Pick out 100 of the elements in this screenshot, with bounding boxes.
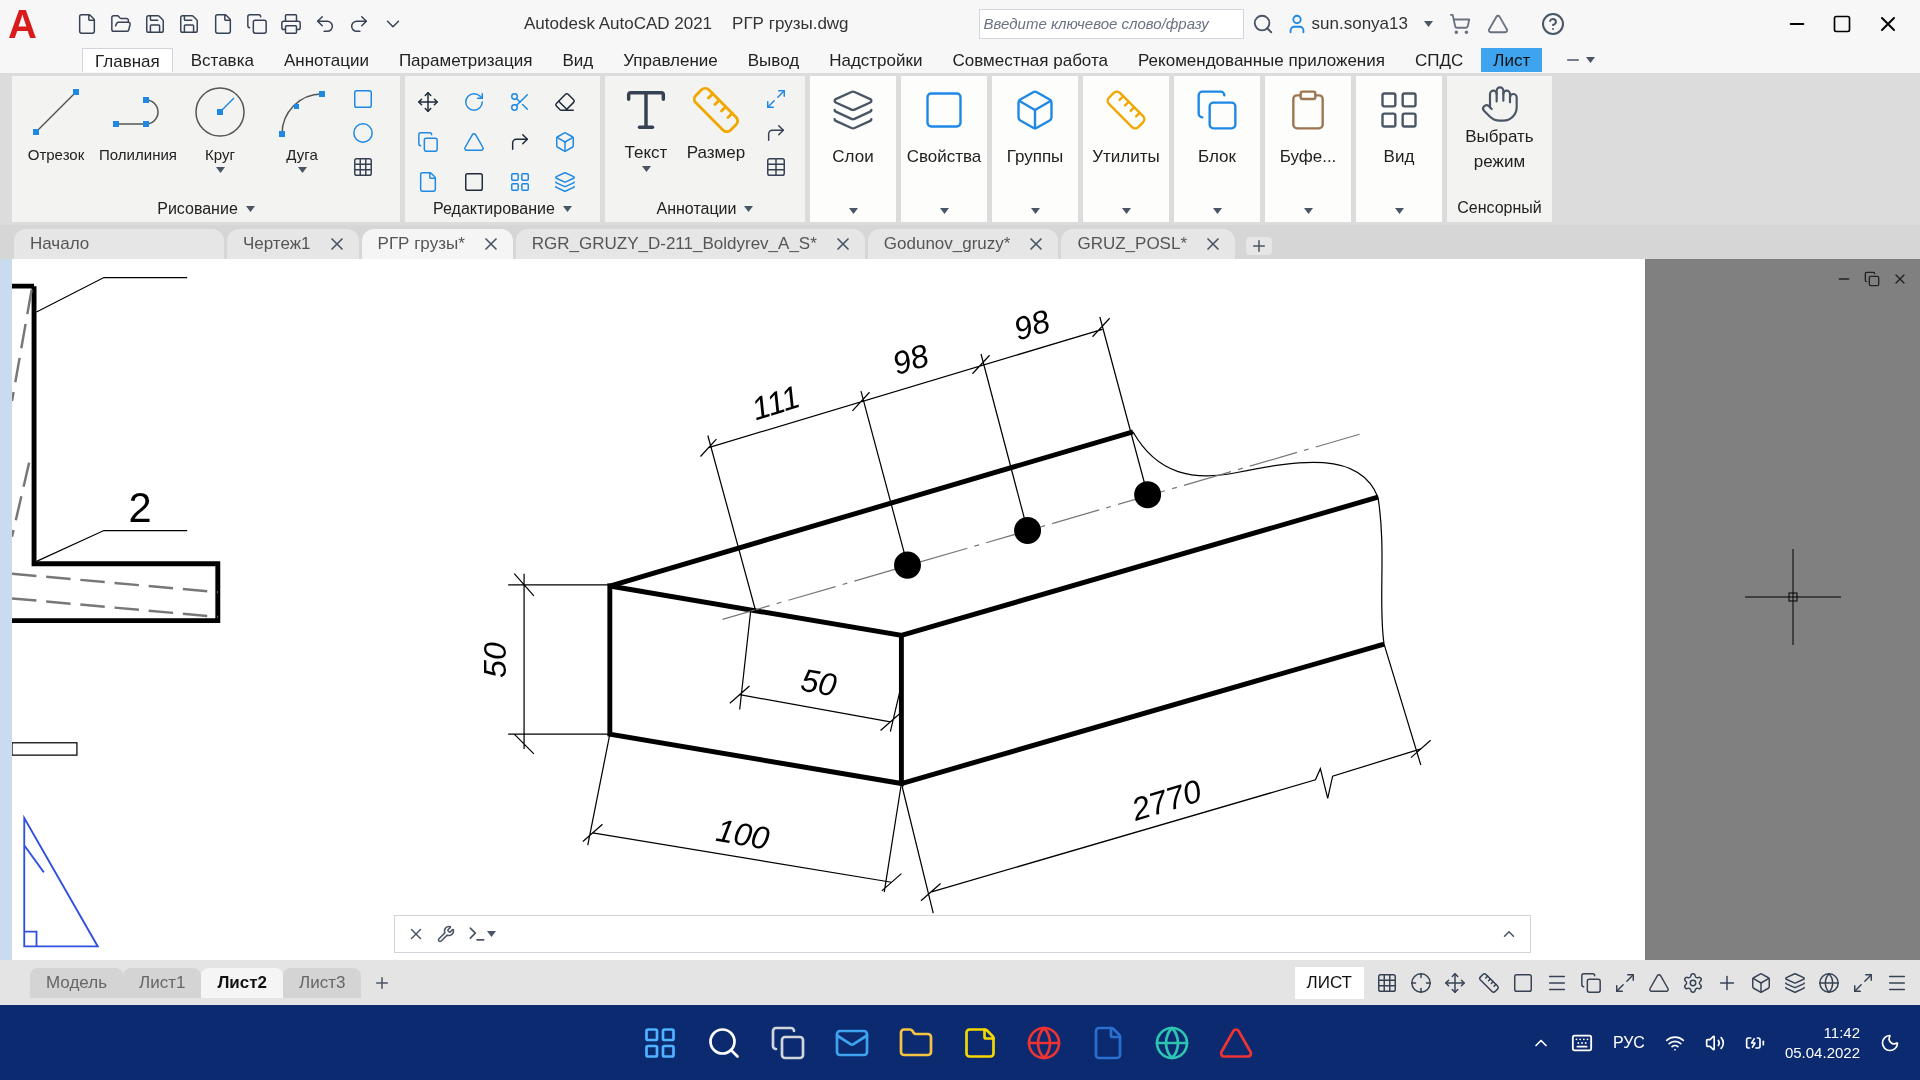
panel-title[interactable]: Рисование (12, 196, 400, 222)
ribbon-panel-button[interactable]: Вид (1356, 76, 1442, 222)
ribbon-tab[interactable]: Рекомендованные приложения (1126, 48, 1397, 72)
wrench-icon[interactable] (437, 925, 455, 943)
touch-mode-button[interactable]: Выбрать режим (1447, 76, 1552, 196)
ribbon-tab[interactable]: Лист (1481, 48, 1543, 72)
dimension-text: 50 (798, 661, 840, 704)
panel-title[interactable]: Аннотации (605, 196, 805, 222)
save-icon[interactable] (144, 12, 166, 35)
open-icon[interactable] (110, 12, 132, 35)
panel-title[interactable]: Редактирование (405, 196, 600, 222)
caret-icon[interactable] (1303, 208, 1313, 214)
ribbon-tab[interactable]: Управление (611, 48, 730, 72)
load-point (894, 551, 921, 579)
ribbon-tab[interactable]: Надстройки (817, 48, 935, 72)
drawing-canvas[interactable]: 2 111 98 98 50 50 100 2770 (12, 259, 1645, 960)
print-icon[interactable] (280, 12, 302, 35)
ribbon-tab[interactable]: Вид (550, 48, 606, 72)
search-field[interactable]: Введите ключевое слово/фразу (978, 8, 1244, 39)
ribbon-tab[interactable]: Параметризация (386, 48, 545, 72)
cart-icon[interactable] (1449, 12, 1471, 35)
layout-tab[interactable]: Модель (30, 967, 124, 998)
caret-icon[interactable] (245, 206, 255, 212)
ribbon-tab[interactable]: Аннотации (271, 48, 381, 72)
language-indicator[interactable]: РУС (1612, 1030, 1645, 1055)
rectangle-icon[interactable] (352, 88, 374, 110)
caret-icon[interactable] (744, 206, 754, 212)
ribbon-tool-button[interactable]: Полилиния (98, 84, 178, 196)
ribbon-panel-button[interactable]: Буфе... (1265, 76, 1351, 222)
ribbon-tab[interactable]: Вывод (735, 48, 812, 72)
aligned-dimension-icon[interactable] (765, 88, 787, 110)
caret-icon[interactable] (1394, 208, 1404, 214)
clock-date[interactable]: 05.04.2022 (1784, 1042, 1860, 1063)
document-tab[interactable]: RGR_GRUZY_D-211_Boldyrev_A_S* (515, 229, 865, 259)
document-tab[interactable]: Чертеж1 (227, 229, 359, 259)
file-name: РГР грузы.dwg (732, 12, 849, 35)
restore-icon[interactable] (1864, 271, 1880, 287)
caret-icon[interactable] (487, 931, 496, 937)
moon-icon[interactable] (1880, 1032, 1900, 1053)
document-tab[interactable]: Godunov_gruzy* (867, 229, 1059, 259)
caret-icon[interactable] (1121, 208, 1131, 214)
layout-tab[interactable]: Лист2 (201, 967, 284, 998)
dimension-text: 2770 (1127, 772, 1206, 828)
ribbon-tool-button[interactable]: Текст (613, 84, 679, 196)
app-logo[interactable]: A (8, 3, 68, 44)
ellipse-icon[interactable] (352, 122, 374, 144)
caret-icon[interactable] (1586, 57, 1596, 63)
save-as-icon[interactable] (178, 12, 200, 35)
ribbon-panel-button[interactable]: Слои (810, 76, 896, 222)
document-tab[interactable]: GRUZ_POSL* (1061, 229, 1236, 259)
grid-icon[interactable] (1376, 971, 1398, 994)
layout-tab[interactable]: Лист3 (283, 967, 362, 998)
ribbon-tool-button[interactable]: Дуга (262, 84, 342, 196)
caret-icon[interactable] (215, 166, 225, 173)
fullscreen-icon[interactable] (1852, 971, 1874, 994)
maximize-icon[interactable] (1832, 13, 1852, 34)
new-icon[interactable] (76, 12, 98, 35)
touch-hand-icon (1479, 84, 1520, 124)
ribbon-tab[interactable]: Главная (82, 48, 173, 72)
ribbon-tab[interactable]: СПДС (1402, 48, 1476, 72)
leader-label: 2 (128, 483, 152, 531)
terminal-icon[interactable] (467, 924, 496, 944)
dimension-text: 111 (747, 378, 805, 428)
new-tab-icon[interactable] (1246, 237, 1273, 255)
hatch-icon[interactable] (352, 156, 374, 178)
settings-icon[interactable] (1682, 971, 1704, 994)
ribbon-tool-button[interactable]: Размер (683, 84, 749, 196)
layout-tab[interactable]: Лист1 (123, 967, 202, 998)
caret-icon[interactable] (1030, 208, 1040, 214)
caret-icon[interactable] (939, 208, 949, 214)
caret-icon[interactable] (641, 165, 651, 172)
user-name[interactable]: sun.sonya13 (1311, 10, 1408, 37)
paper-space-button[interactable]: ЛИСТ (1294, 966, 1364, 999)
caret-icon[interactable] (1212, 208, 1222, 214)
load-point (1014, 516, 1042, 545)
caret-icon[interactable] (1424, 20, 1433, 27)
dimension-tool-icon (690, 84, 742, 136)
volume-icon[interactable] (1704, 1032, 1725, 1053)
dimension-text: 98 (888, 337, 933, 382)
document-tab[interactable]: РГР грузы* (361, 229, 513, 259)
ribbon-tab[interactable]: Вставка (178, 48, 266, 72)
caret-icon[interactable] (562, 206, 572, 212)
dimension-text: 50 (476, 642, 513, 678)
caret-icon[interactable] (297, 166, 307, 173)
dimension-text: 98 (1009, 302, 1054, 348)
ribbon-tab[interactable]: Совместная работа (940, 48, 1120, 72)
help-icon[interactable] (1541, 11, 1565, 36)
panel-title: Сенсорный (1456, 198, 1543, 218)
ribbon-panel-button[interactable]: Свойства (901, 76, 987, 222)
caret-icon[interactable] (848, 208, 858, 214)
ribbon-panel-button[interactable]: Утилиты (1083, 76, 1169, 222)
table-icon[interactable] (765, 156, 787, 178)
clock-time[interactable]: 11:42 (1823, 1022, 1860, 1043)
ribbon-panel-button[interactable]: Группы (992, 76, 1078, 222)
ribbon-tool-button[interactable]: Круг (180, 84, 260, 196)
document-tab[interactable]: Начало (14, 229, 224, 259)
ribbon-panel-button[interactable]: Блок (1174, 76, 1260, 222)
layers-icon (831, 88, 875, 132)
ribbon-tool-button[interactable]: Отрезок (16, 84, 96, 196)
search-icon[interactable] (1251, 12, 1274, 35)
